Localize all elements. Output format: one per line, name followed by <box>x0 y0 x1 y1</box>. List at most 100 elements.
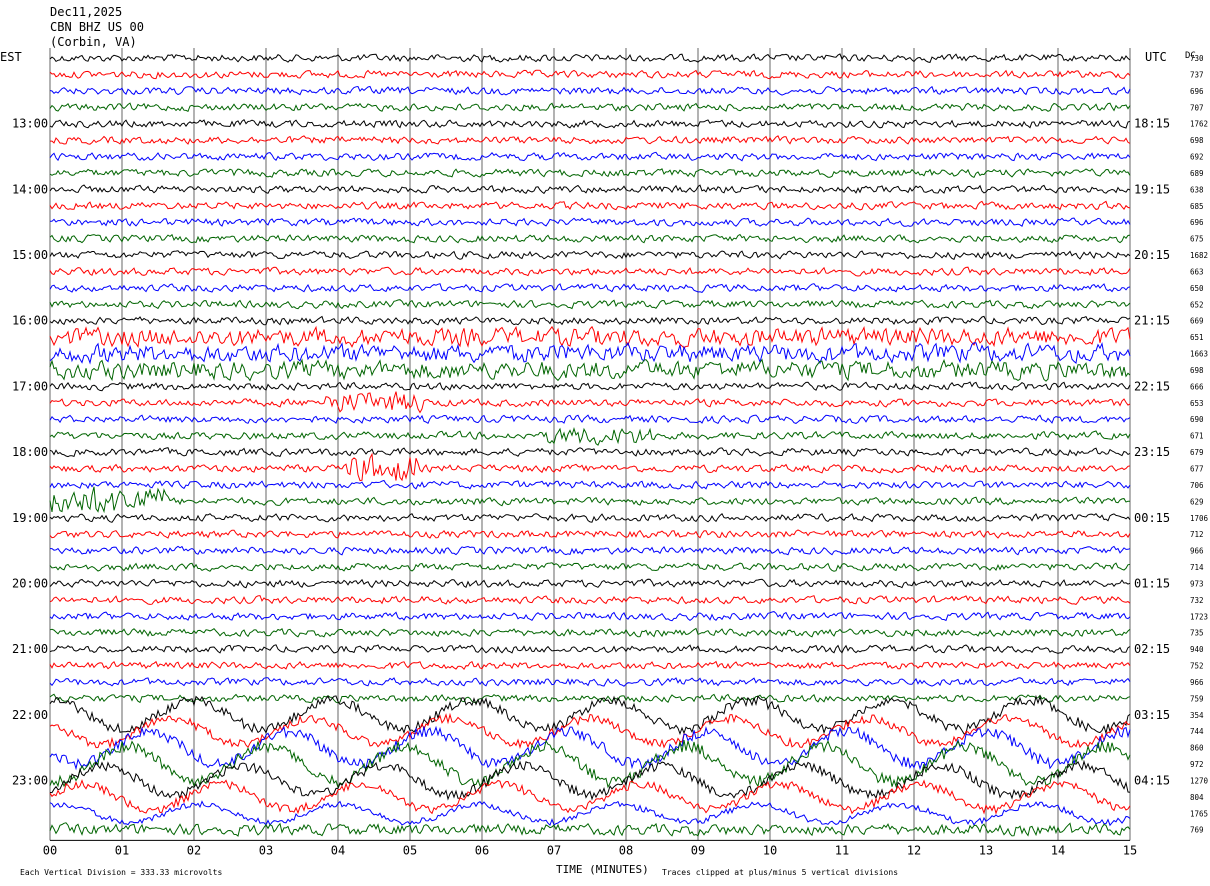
dc-offset-label: 653 <box>1190 399 1204 408</box>
dc-offset-label: 685 <box>1190 202 1204 211</box>
dc-offset-label: 940 <box>1190 645 1204 654</box>
dc-offset-label: 652 <box>1190 300 1204 309</box>
seismic-trace <box>49 578 1131 589</box>
dc-offset-label: 732 <box>1190 596 1204 605</box>
seismic-trace <box>49 660 1131 671</box>
dc-offset-label: 650 <box>1190 284 1204 293</box>
dc-offset-label: 666 <box>1190 382 1204 391</box>
seismic-trace <box>49 644 1131 654</box>
dc-offset-label: 735 <box>1190 629 1204 638</box>
dc-offset-label: 696 <box>1190 87 1204 96</box>
x-tick-label: 08 <box>619 843 633 857</box>
left-hour-label: 22:00 <box>12 708 48 722</box>
dc-offset-label: 712 <box>1190 530 1204 539</box>
seismic-trace <box>49 250 1131 260</box>
dc-offset-label: 671 <box>1190 432 1204 441</box>
dc-offset-label: 759 <box>1190 694 1204 703</box>
left-hour-label: 17:00 <box>12 379 48 393</box>
helicorder-chart: Dec11,2025 CBN BHZ US 00 (Corbin, VA) ES… <box>0 5 1209 877</box>
left-hour-label: 20:00 <box>12 576 48 590</box>
dc-offset-label: 730 <box>1190 54 1204 63</box>
seismic-trace <box>49 325 1131 349</box>
seismic-trace <box>49 693 1131 704</box>
dc-offset-label: 752 <box>1190 662 1204 671</box>
right-hour-label: 22:15 <box>1134 379 1170 393</box>
dc-offset-label: 651 <box>1190 333 1204 342</box>
dc-offset-label: 737 <box>1190 70 1204 79</box>
x-tick-label: 07 <box>547 843 561 857</box>
dc-offset-label: 663 <box>1190 267 1204 276</box>
seismic-trace <box>49 427 1131 446</box>
seismic-trace <box>49 529 1131 539</box>
dc-offset-label: 677 <box>1190 465 1204 474</box>
x-tick-label: 03 <box>259 843 273 857</box>
x-axis-ticks: 00 01 02 03 04 05 06 07 08 09 10 11 12 13 14 15 <box>43 843 1137 857</box>
seismic-trace <box>50 135 1131 145</box>
seismic-trace <box>49 283 1131 293</box>
dc-offset-label: 638 <box>1190 185 1204 194</box>
dc-offset-label: 972 <box>1190 760 1204 769</box>
x-tick-label: 11 <box>835 843 849 857</box>
left-hour-label: 15:00 <box>12 248 48 262</box>
dc-offset-label: 860 <box>1190 744 1204 753</box>
dc-offset-label: 1682 <box>1190 251 1208 260</box>
left-hour-label: 23:00 <box>12 773 48 787</box>
right-hour-label: 18:15 <box>1134 117 1170 131</box>
dc-offset-label: 966 <box>1190 547 1204 556</box>
dc-offset-label: 698 <box>1190 136 1204 145</box>
x-tick-label: 10 <box>763 843 777 857</box>
x-tick-label: 06 <box>475 843 489 857</box>
right-hour-label: 00:15 <box>1134 511 1170 525</box>
x-axis-title: TIME (MINUTES) <box>556 863 649 876</box>
seismic-trace <box>49 611 1131 622</box>
dc-offset-label: 698 <box>1190 366 1204 375</box>
seismic-trace <box>49 151 1131 162</box>
dc-offset-label: 679 <box>1190 448 1204 457</box>
right-hour-label: 01:15 <box>1134 576 1170 590</box>
right-hour-label: 03:15 <box>1134 708 1170 722</box>
seismic-trace <box>49 627 1131 638</box>
seismic-trace <box>49 677 1131 687</box>
x-tick-label: 12 <box>907 843 921 857</box>
x-tick-label: 00 <box>43 843 57 857</box>
left-hour-label: 18:00 <box>12 445 48 459</box>
seismic-trace <box>49 391 1131 414</box>
dc-offset-label: 714 <box>1190 563 1204 572</box>
seismic-trace <box>49 358 1131 382</box>
right-hour-label: 20:15 <box>1134 248 1170 262</box>
right-hour-label: 19:15 <box>1134 182 1170 196</box>
dc-offset-label: 629 <box>1190 497 1204 506</box>
seismic-trace <box>49 452 1131 482</box>
seismic-trace <box>49 381 1131 392</box>
seismic-trace <box>49 759 1131 801</box>
seismic-trace <box>50 217 1131 227</box>
seismic-trace <box>49 184 1131 195</box>
dc-offset-label: 1765 <box>1190 809 1208 818</box>
seismic-trace <box>49 595 1131 605</box>
x-tick-label: 13 <box>979 843 993 857</box>
right-hour-label: 04:15 <box>1134 773 1170 787</box>
seismic-trace <box>49 299 1131 310</box>
dc-offset-label: 675 <box>1190 235 1204 244</box>
seismic-trace <box>49 779 1131 815</box>
left-hour-label: 21:00 <box>12 642 48 656</box>
x-tick-label: 09 <box>691 843 705 857</box>
seismic-trace <box>49 69 1131 80</box>
seismic-trace <box>49 102 1131 112</box>
seismic-trace <box>49 168 1131 178</box>
dc-offset-label: 744 <box>1190 727 1204 736</box>
dc-offset-label: 707 <box>1190 103 1204 112</box>
right-hour-label: 21:15 <box>1134 314 1170 328</box>
right-hour-label: 23:15 <box>1134 445 1170 459</box>
scale-note: Each Vertical Division = 333.33 microvol… <box>20 868 222 877</box>
x-tick-label: 15 <box>1123 843 1137 857</box>
right-hour-label: 02:15 <box>1134 642 1170 656</box>
dc-offset-label: 692 <box>1190 153 1204 162</box>
seismic-trace <box>49 800 1131 827</box>
x-tick-label: 01 <box>115 843 129 857</box>
dc-offset-label: 1762 <box>1190 120 1208 129</box>
seismic-trace <box>49 712 1131 749</box>
seismic-trace <box>49 447 1131 458</box>
dc-offset-label: 1706 <box>1190 514 1209 523</box>
plot-grid <box>49 48 1131 841</box>
